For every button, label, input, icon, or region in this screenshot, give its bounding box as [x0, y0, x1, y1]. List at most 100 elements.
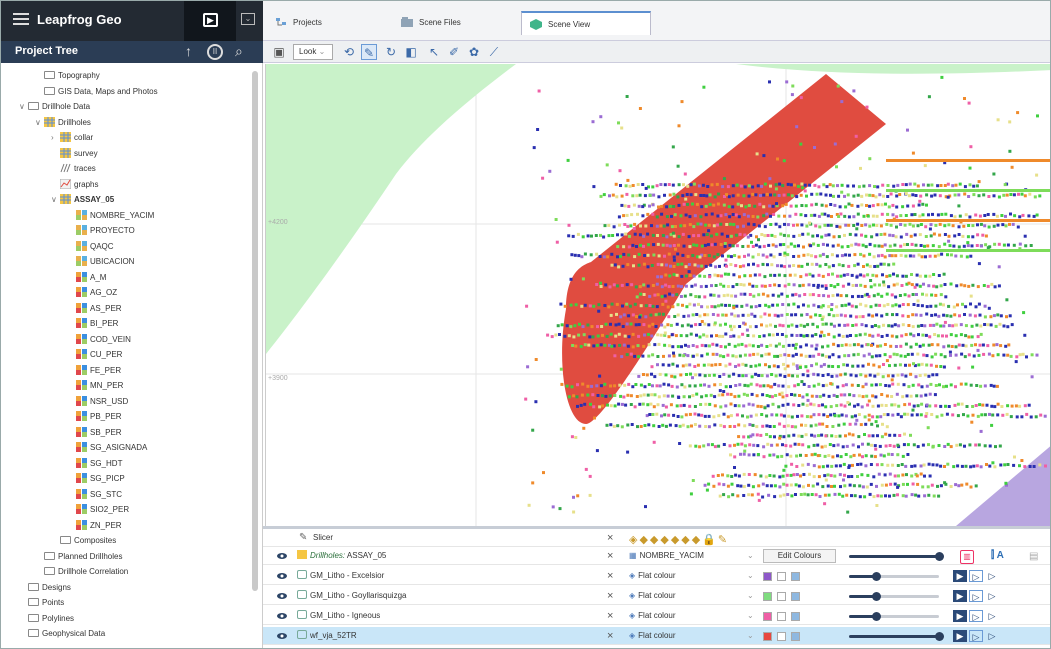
adjust-icon[interactable]: ⫿ A	[991, 550, 1004, 561]
tree-item[interactable]: COD_VEIN	[67, 333, 131, 347]
eye-icon[interactable]	[277, 611, 287, 621]
play-outline-icon[interactable]: ▷	[969, 610, 983, 622]
chevron-down-icon[interactable]: ⌄	[747, 607, 754, 625]
colour-swatch[interactable]	[763, 572, 772, 581]
tree-item[interactable]: Geophysical Data	[19, 627, 105, 641]
play-window-button[interactable]: ▶	[184, 1, 236, 41]
tree-item[interactable]: traces	[51, 162, 96, 176]
play-outline-icon[interactable]: ▷	[969, 570, 983, 582]
tab-scene-view[interactable]: Scene View	[521, 11, 651, 35]
layer-row[interactable]: Drillholes: ASSAY_05 × ▦ NOMBRE_YACIM ⌄ Edit …	[263, 547, 1050, 565]
draw-pencil-icon[interactable]: ✎	[361, 44, 377, 60]
transparency-slider[interactable]	[849, 632, 944, 641]
screenshot-icon[interactable]: ▣	[271, 44, 287, 60]
tree-item[interactable]: NSR_USD	[67, 395, 128, 409]
tree-item[interactable]: SG_PICP	[67, 472, 125, 486]
legend-toggle-icon[interactable]: ▥	[960, 550, 974, 564]
rotate-icon[interactable]: ⟲	[341, 44, 357, 60]
look-dropdown[interactable]: Look ⌄	[293, 44, 333, 60]
outline-swatch[interactable]	[777, 612, 786, 621]
tree-item[interactable]: CU_PER	[67, 348, 122, 362]
colour-swatch[interactable]	[763, 632, 772, 641]
slicer-row[interactable]: ✎ Slicer × ◈◆◆◆◆◆◆🔒✎	[263, 529, 1050, 547]
transparency-slider[interactable]	[849, 592, 939, 601]
close-icon[interactable]: ×	[607, 567, 613, 585]
play-triangle-icon[interactable]: ▷	[985, 570, 999, 582]
property-dropdown[interactable]: ◈ Flat colour	[629, 567, 676, 585]
tree-item[interactable]: Designs	[19, 581, 71, 595]
transparency-slider[interactable]	[849, 572, 939, 581]
layer-row[interactable]: GM_Litho - Igneous × ◈ Flat colour ⌄ ▶ ▷ ▷	[263, 607, 1050, 625]
tree-item[interactable]: AS_PER	[67, 302, 122, 316]
tree-item[interactable]: ZN_PER	[67, 519, 122, 533]
property-dropdown[interactable]: ◈ Flat colour	[629, 587, 676, 605]
search-icon[interactable]: ⌕	[235, 43, 243, 60]
tree-item[interactable]: survey	[51, 147, 98, 161]
outline-swatch[interactable]	[777, 632, 786, 641]
play-icon[interactable]: ▶	[953, 570, 967, 582]
tree-item[interactable]: QAQC	[67, 240, 114, 254]
edit-colours-button[interactable]: Edit Colours	[763, 549, 836, 563]
arrow-up-icon[interactable]: ↑	[185, 43, 192, 59]
tree-item[interactable]: SB_PER	[67, 426, 122, 440]
tree-item[interactable]: Points	[19, 596, 64, 610]
tree-item[interactable]: A_M	[67, 271, 106, 285]
play-outline-icon[interactable]: ▷	[969, 630, 983, 642]
tree-item[interactable]: GIS Data, Maps and Photos	[35, 85, 158, 99]
chevron-down-icon[interactable]: ⌄	[747, 627, 754, 645]
play-triangle-icon[interactable]: ▷	[985, 590, 999, 602]
chevron-down-icon[interactable]: ⌄	[747, 567, 754, 585]
tree-item[interactable]: SG_HDT	[67, 457, 122, 471]
tree-item[interactable]: FE_PER	[67, 364, 121, 378]
layer-row[interactable]: GM_Litho - Goyllarisquizga × ◈ Flat colour ⌄…	[263, 587, 1050, 605]
hamburger-menu-icon[interactable]	[13, 13, 29, 27]
layer-row[interactable]: wf_vja_52TR × ◈ Flat colour ⌄ ▶ ▷ ▷	[263, 627, 1050, 645]
colour-swatch[interactable]	[763, 592, 772, 601]
outline-swatch[interactable]	[777, 572, 786, 581]
measure-icon[interactable]: ⟋	[486, 44, 502, 60]
tree-item[interactable]: ∨ Drillhole Data	[19, 100, 90, 114]
tree-item[interactable]: BI_PER	[67, 317, 118, 331]
tree-item[interactable]: UBICACION	[67, 255, 134, 269]
eye-icon[interactable]	[277, 591, 287, 601]
scene-viewport[interactable]: +4200 +3900	[265, 64, 1050, 526]
edge-swatch[interactable]	[791, 592, 800, 601]
legend-list-icon[interactable]: ▤	[1029, 551, 1038, 562]
close-icon[interactable]: ×	[607, 607, 613, 625]
tree-item[interactable]: Topography	[35, 69, 100, 83]
tree-item[interactable]: AG_OZ	[67, 286, 117, 300]
eye-icon[interactable]	[277, 571, 287, 581]
tree-item[interactable]: Drillhole Correlation	[35, 565, 128, 579]
play-triangle-icon[interactable]: ▷	[985, 630, 999, 642]
ruler-pencil-icon[interactable]: ✐	[446, 44, 462, 60]
chevron-down-icon[interactable]: ∨	[19, 100, 28, 114]
chevron-down-icon[interactable]: ∨	[51, 193, 60, 207]
tree-item[interactable]: ∨ ASSAY_05	[51, 193, 114, 207]
tree-item[interactable]: › collar	[51, 131, 93, 145]
colour-swatch[interactable]	[763, 612, 772, 621]
edge-swatch[interactable]	[791, 612, 800, 621]
tree-item[interactable]: PB_PER	[67, 410, 122, 424]
tree-item[interactable]: Polylines	[19, 612, 74, 626]
tree-item[interactable]: ∨ Drillholes	[35, 116, 91, 130]
tree-item[interactable]: NOMBRE_YACIM	[67, 209, 154, 223]
chevron-down-icon[interactable]: ∨	[35, 116, 44, 130]
select-arrow-icon[interactable]: ↖	[426, 44, 442, 60]
chevron-right-icon[interactable]: ›	[51, 131, 60, 145]
outline-swatch[interactable]	[777, 592, 786, 601]
play-icon[interactable]: ▶	[953, 630, 967, 642]
transparency-slider[interactable]	[849, 552, 944, 561]
eye-icon[interactable]	[277, 631, 287, 641]
close-icon[interactable]: ×	[607, 547, 613, 565]
slice-icon[interactable]: ◧	[403, 44, 419, 60]
layer-row[interactable]: GM_Litho - Excelsior × ◈ Flat colour ⌄ ▶ ▷ ▷	[263, 567, 1050, 585]
edge-swatch[interactable]	[791, 572, 800, 581]
play-icon[interactable]: ▶	[953, 590, 967, 602]
close-icon[interactable]: ×	[607, 529, 613, 547]
transparency-slider[interactable]	[849, 612, 939, 621]
tree-item[interactable]: SIO2_PER	[67, 503, 129, 517]
close-icon[interactable]: ×	[607, 627, 613, 645]
property-dropdown[interactable]: ▦ NOMBRE_YACIM	[629, 547, 704, 565]
tab-projects[interactable]: Projects	[267, 11, 377, 35]
play-outline-icon[interactable]: ▷	[969, 590, 983, 602]
